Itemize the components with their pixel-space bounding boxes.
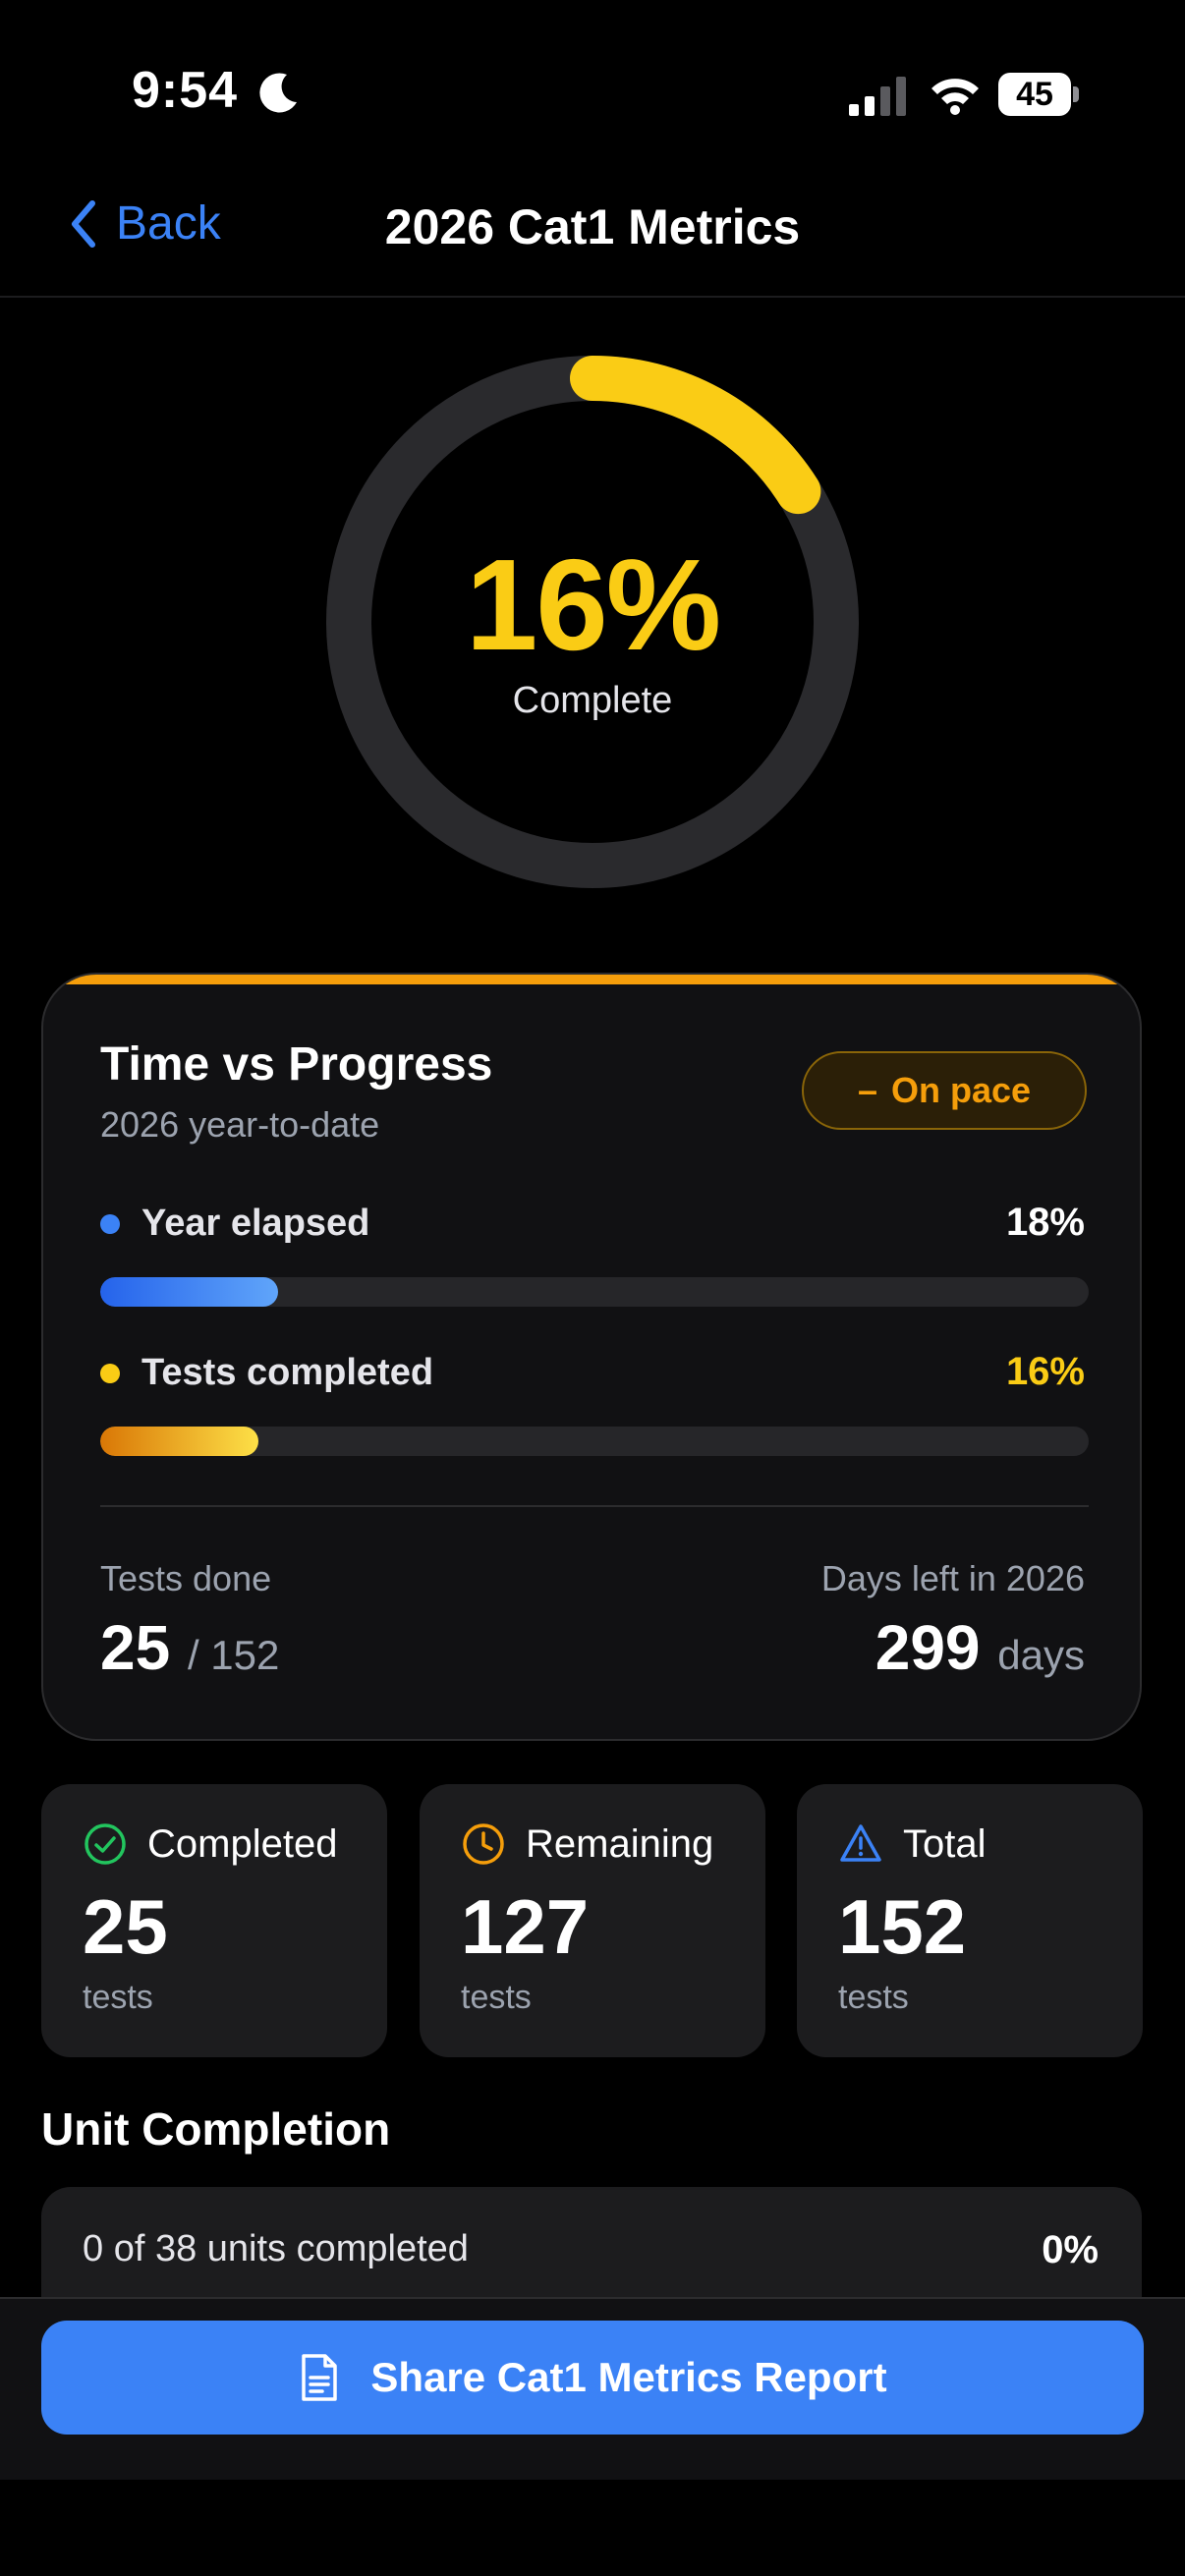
total-card-header: Total [838,1821,987,1867]
divider [100,1505,1089,1507]
unit-completion-percent: 0% [1042,2228,1099,2271]
tests-completed-text: Tests completed [141,1352,434,1393]
tests-done-count: 25 [100,1612,171,1683]
completed-card-label: Completed [147,1821,338,1866]
tests-completed-track [100,1427,1089,1456]
remaining-card-unit: tests [461,1979,532,2016]
year-elapsed-bar [100,1277,279,1307]
remaining-card-header: Remaining [461,1821,713,1867]
cellular-signal-icon [849,77,906,116]
remaining-card-label: Remaining [526,1821,714,1866]
year-elapsed-value: 18% [1005,1201,1085,1244]
card-subtitle: 2026 year-to-date [100,1104,380,1145]
tests-completed-label: Tests completed [100,1352,433,1394]
days-left-label: Days left in 2026 [820,1558,1085,1598]
moon-icon [259,73,297,113]
check-circle-icon [85,1823,126,1865]
year-elapsed-label: Year elapsed [100,1203,369,1245]
completed-card-header: Completed [83,1821,337,1867]
completion-percent: 16% [465,532,721,677]
share-report-label: Share Cat1 Metrics Report [370,2354,887,2400]
time-vs-progress-card: Time vs Progress 2026 year-to-date – On … [41,973,1142,1741]
warning-triangle-icon [840,1824,881,1862]
card-accent-line [43,975,1140,984]
completed-card: Completed 25 tests [41,1784,387,2057]
nav-divider [0,296,1185,298]
days-left-value: 299 days [875,1611,1085,1684]
total-card-label: Total [903,1821,987,1866]
page-title: 2026 Cat1 Metrics [384,199,801,254]
yellow-dot-icon [100,1363,120,1383]
completion-label: Complete [512,680,673,721]
tests-completed-value: 16% [1005,1350,1085,1393]
tests-completed-bar [100,1427,258,1456]
tests-done-label: Tests done [100,1558,272,1598]
unit-completion-summary: 0 of 38 units completed [83,2228,469,2269]
clock-icon [463,1823,504,1865]
year-elapsed-track [100,1277,1089,1307]
battery-level: 45 [998,73,1071,116]
year-elapsed-text: Year elapsed [141,1203,370,1244]
days-left-count: 299 [875,1612,981,1683]
remaining-card-value: 127 [461,1883,590,1970]
status-badge: – On pace [802,1051,1087,1130]
unit-completion-heading: Unit Completion [41,2103,391,2155]
total-card: Total 152 tests [797,1784,1143,2057]
card-title: Time vs Progress [100,1038,493,1091]
total-card-value: 152 [838,1883,967,1970]
dash-icon: – [857,1070,877,1110]
status-badge-label: On pace [890,1070,1032,1110]
blue-dot-icon [100,1213,120,1234]
tests-done-total: / 152 [187,1632,280,1678]
document-icon [302,2354,338,2401]
remaining-card: Remaining 127 tests [420,1784,765,2057]
total-card-unit: tests [838,1979,909,2016]
completed-card-value: 25 [83,1883,168,1970]
wifi-icon [931,79,979,115]
days-left-unit: days [997,1632,1085,1678]
tests-done-value: 25 / 152 [100,1611,279,1684]
battery-indicator: 45 [998,73,1081,116]
status-time: 9:54 [132,62,239,119]
share-report-button[interactable]: Share Cat1 Metrics Report [41,2321,1144,2435]
completed-card-unit: tests [83,1979,153,2016]
